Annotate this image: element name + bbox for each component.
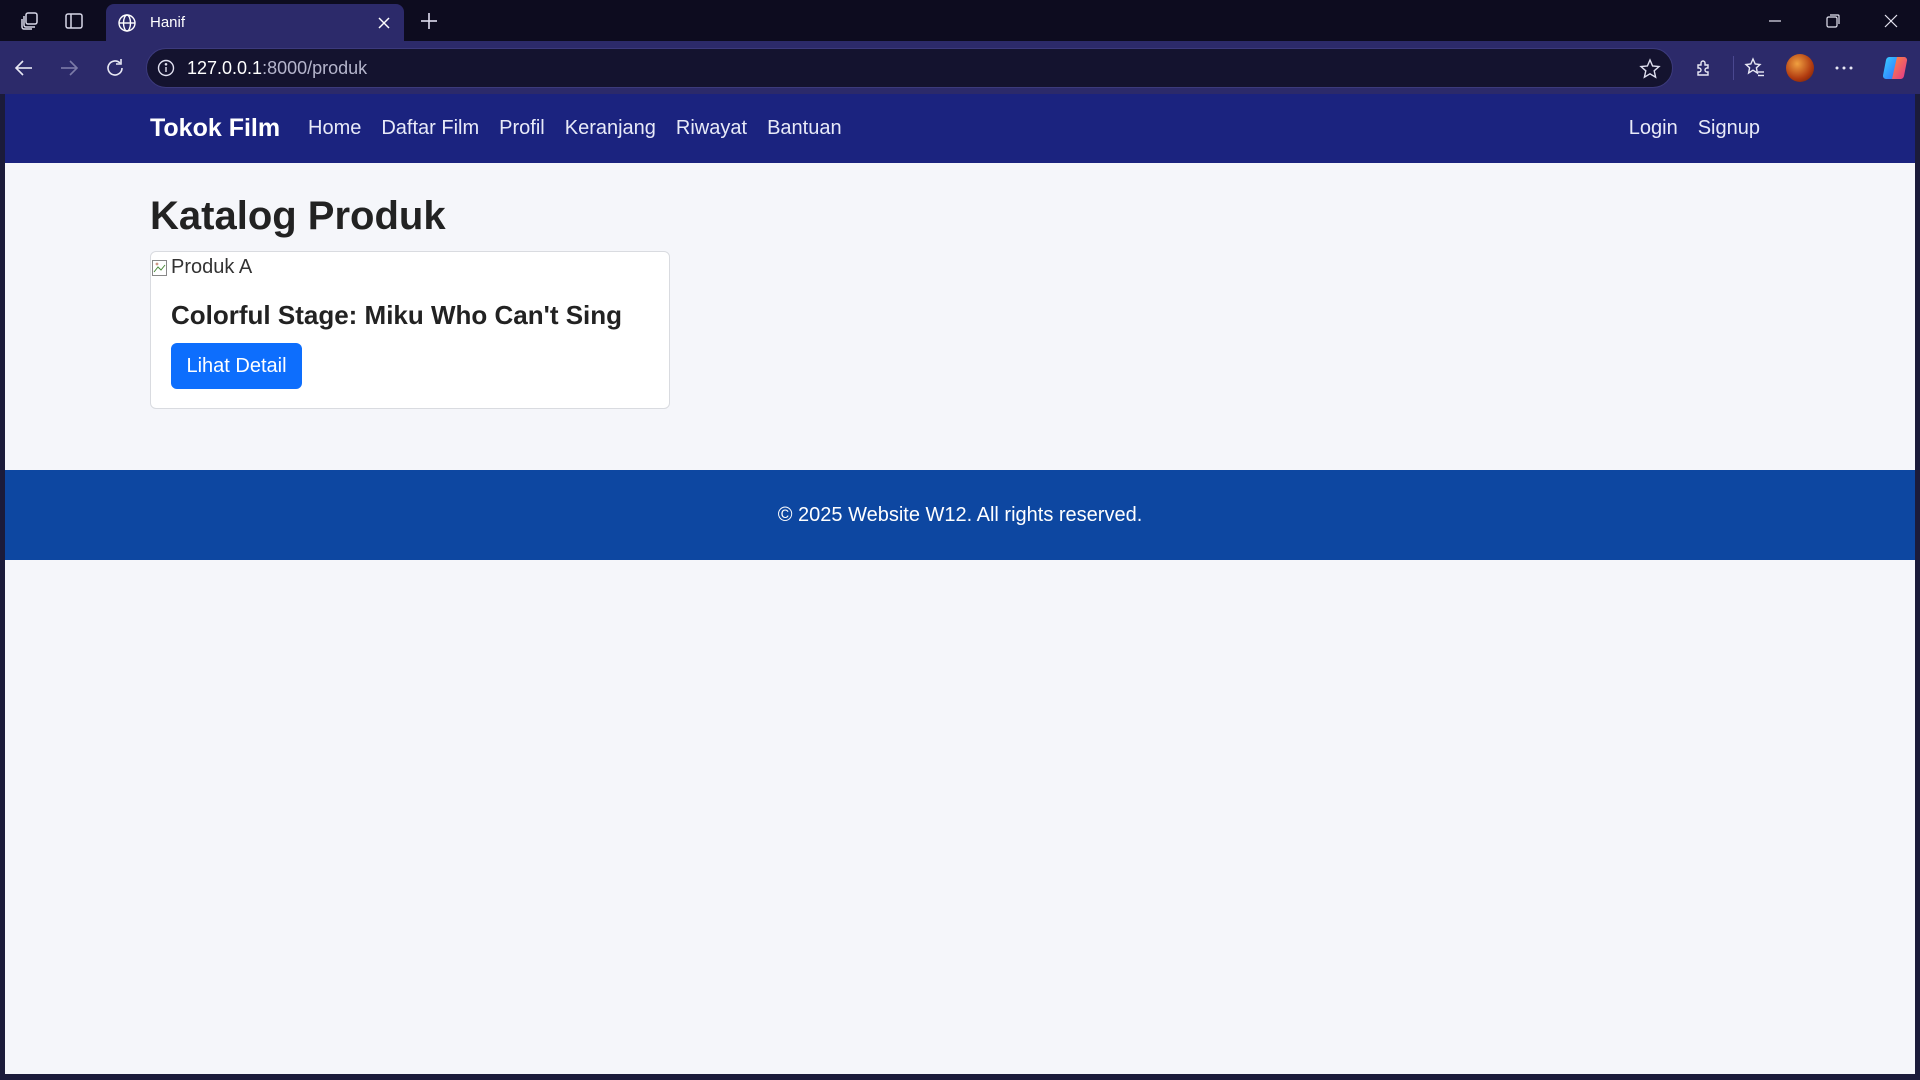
page-viewport: Tokok Film Home Daftar Film Profil Keran… [5,94,1915,1074]
broken-image-icon [151,258,169,278]
vertical-tabs-icon[interactable] [61,8,87,34]
favorite-star-icon[interactable] [1638,57,1662,81]
signup-link[interactable]: Signup [1698,117,1760,140]
forward-icon[interactable] [52,51,86,85]
favorites-icon[interactable] [1738,51,1772,85]
workspaces-icon[interactable] [17,8,43,34]
footer-copyright: © 2025 Website W12. All rights reserved. [777,503,1143,526]
nav-link-profil[interactable]: Profil [499,117,545,140]
address-bar[interactable]: 127.0.0.1:8000/produk [146,48,1673,88]
browser-tab-bar: Hanif [0,0,1920,41]
product-image: Produk A [151,256,252,279]
tab-active[interactable]: Hanif [106,4,404,41]
brand-link[interactable]: Tokok Film [150,114,280,143]
browser-toolbar: 127.0.0.1:8000/produk [0,41,1920,94]
profile-avatar[interactable] [1786,54,1814,82]
site-navbar: Tokok Film Home Daftar Film Profil Keran… [5,94,1915,163]
toolbar-divider [1733,56,1734,80]
new-tab-icon[interactable] [414,6,444,36]
close-window-icon[interactable] [1862,0,1920,41]
product-card: Produk A Colorful Stage: Miku Who Can't … [150,251,670,409]
extensions-icon[interactable] [1687,51,1721,85]
nav-link-keranjang[interactable]: Keranjang [565,117,656,140]
address-host: 127.0.0.1 [187,57,263,78]
restore-icon[interactable] [1804,0,1862,41]
more-options-icon[interactable] [1827,51,1861,85]
page-title: Katalog Produk [150,194,446,238]
back-icon[interactable] [7,51,41,85]
view-detail-button[interactable]: Lihat Detail [171,343,302,389]
product-title: Colorful Stage: Miku Who Can't Sing [171,300,623,330]
main-nav-links: Home Daftar Film Profil Keranjang Riwaya… [308,117,842,140]
minimize-icon[interactable] [1746,0,1804,41]
globe-icon [116,12,138,34]
site-info-icon[interactable] [155,57,177,79]
login-link[interactable]: Login [1629,117,1678,140]
product-image-alt: Produk A [171,256,253,278]
copilot-icon[interactable] [1880,53,1910,83]
nav-link-daftar-film[interactable]: Daftar Film [381,117,479,140]
site-footer: © 2025 Website W12. All rights reserved. [5,470,1915,560]
close-tab-icon[interactable] [372,11,396,35]
address-path: :8000/produk [262,57,368,78]
refresh-icon[interactable] [98,51,132,85]
tab-title: Hanif [150,14,186,31]
nav-link-bantuan[interactable]: Bantuan [767,117,842,140]
auth-links: Login Signup [1629,117,1760,140]
nav-link-home[interactable]: Home [308,117,361,140]
nav-link-riwayat[interactable]: Riwayat [676,117,747,140]
